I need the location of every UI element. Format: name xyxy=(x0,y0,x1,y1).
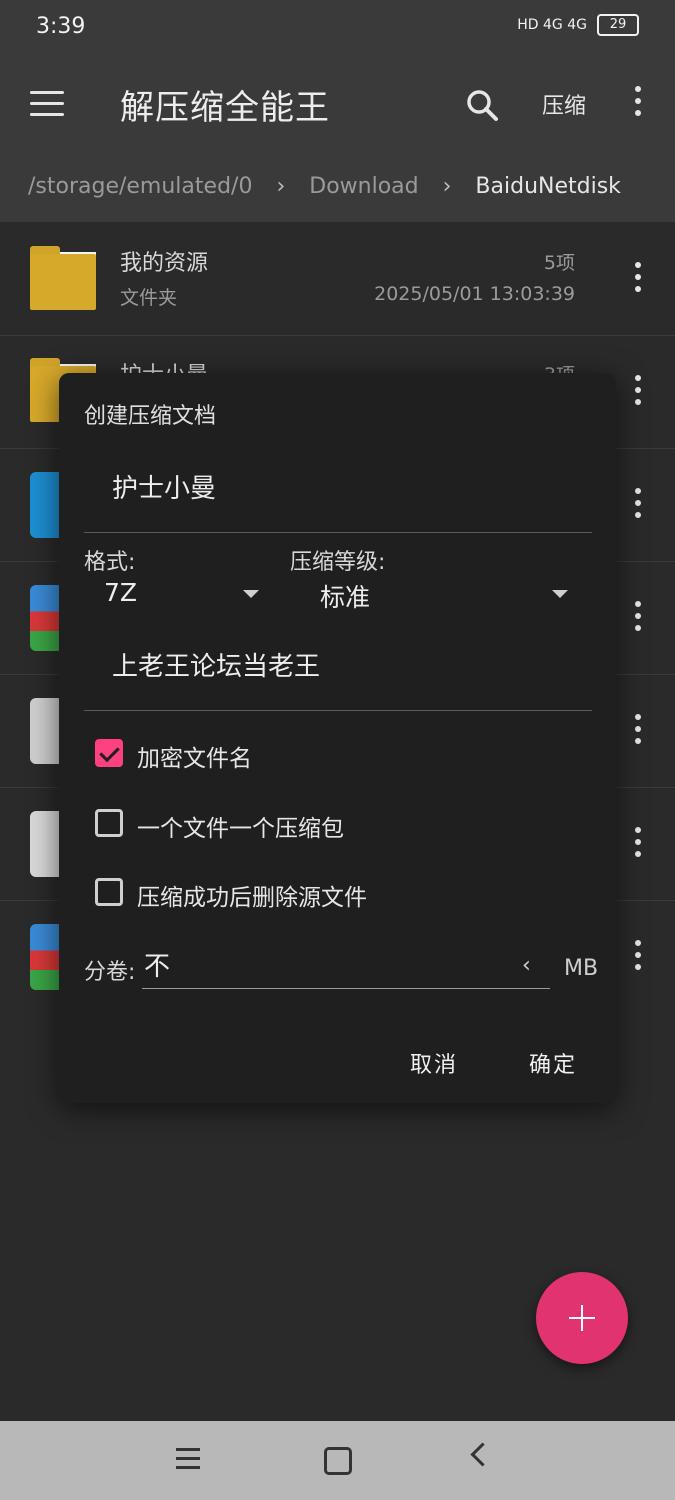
archive-name-field[interactable] xyxy=(84,448,592,533)
breadcrumb-download[interactable]: Download xyxy=(309,174,418,199)
format-label: 格式: xyxy=(84,550,136,575)
more-vert-icon[interactable] xyxy=(628,940,648,976)
more-vert-icon[interactable] xyxy=(628,86,648,122)
file-type: 文件夹 xyxy=(120,287,178,309)
nav-menu-icon[interactable] xyxy=(176,1448,200,1475)
more-vert-icon[interactable] xyxy=(628,375,648,411)
breadcrumb-current[interactable]: BaiduNetdisk xyxy=(475,174,621,199)
file-row[interactable] xyxy=(0,222,675,336)
dropdown-arrow-icon[interactable] xyxy=(552,590,568,598)
delete-source-checkbox[interactable] xyxy=(95,878,123,906)
split-volume-label: 分卷: xyxy=(84,960,136,985)
password-input[interactable] xyxy=(110,648,574,680)
encrypt-filename-checkbox[interactable] xyxy=(95,739,123,767)
file-count: 5项 xyxy=(543,252,575,274)
menu-icon[interactable] xyxy=(30,91,64,117)
split-volume-field[interactable] xyxy=(142,942,550,989)
level-label: 压缩等级: xyxy=(290,550,386,575)
nav-home-icon[interactable] xyxy=(324,1447,352,1475)
delete-source-label[interactable]: 压缩成功后删除源文件 xyxy=(137,878,367,912)
encrypt-filename-label[interactable]: 加密文件名 xyxy=(137,739,252,773)
password-field[interactable] xyxy=(84,628,592,711)
chevron-right-icon: › xyxy=(442,173,452,199)
chevron-left-icon[interactable]: ‹ xyxy=(522,953,531,978)
network-indicator: HD 4G 4G xyxy=(517,17,587,33)
one-archive-per-file-checkbox[interactable] xyxy=(95,809,123,837)
search-icon[interactable] xyxy=(465,88,499,122)
file-name: 我的资源 xyxy=(120,251,209,276)
split-unit: MB xyxy=(564,956,599,981)
archive-name-input[interactable] xyxy=(110,470,574,502)
more-vert-icon[interactable] xyxy=(628,601,648,637)
more-vert-icon[interactable] xyxy=(628,262,648,298)
one-archive-per-file-label[interactable]: 一个文件一个压缩包 xyxy=(137,809,344,843)
chevron-right-icon: › xyxy=(276,173,286,199)
app-title: 解压缩全能王 xyxy=(120,88,330,128)
more-vert-icon[interactable] xyxy=(628,488,648,524)
level-select[interactable]: 标准 xyxy=(320,578,370,614)
dialog-title: 创建压缩文档 xyxy=(84,404,217,429)
breadcrumb-root[interactable]: /storage/emulated/0 xyxy=(28,174,252,199)
compress-action-button[interactable]: 压缩 xyxy=(542,88,586,120)
dropdown-arrow-icon[interactable] xyxy=(243,590,259,598)
more-vert-icon[interactable] xyxy=(628,827,648,863)
status-icons: HD 4G 4G 29 xyxy=(517,14,639,36)
add-fab-button[interactable] xyxy=(536,1272,628,1364)
status-time: 3:39 xyxy=(36,14,86,39)
breadcrumb: /storage/emulated/0 › Download › BaiduNe… xyxy=(0,150,675,222)
more-vert-icon[interactable] xyxy=(628,714,648,750)
confirm-button[interactable]: 确定 xyxy=(523,1046,583,1080)
battery-icon: 29 xyxy=(597,14,639,36)
file-date: 2025/05/01 13:03:39 xyxy=(374,283,575,305)
format-select[interactable]: 7Z xyxy=(104,578,137,607)
cancel-button[interactable]: 取消 xyxy=(404,1046,464,1080)
folder-icon xyxy=(30,246,96,310)
split-volume-input[interactable] xyxy=(142,948,506,980)
